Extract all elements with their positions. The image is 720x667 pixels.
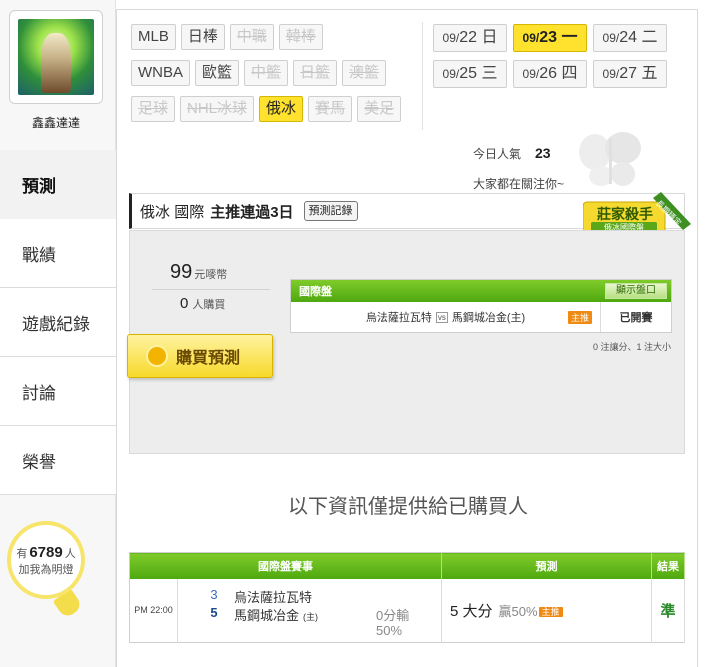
away-score: 3 (210, 586, 218, 602)
category-cpbl: 中職 (229, 24, 274, 50)
date-0923[interactable]: 09/23 一 (513, 24, 587, 52)
date-0927[interactable]: 09/27 五 (593, 60, 667, 88)
vs-icon: vs (435, 311, 448, 323)
avatar-image (18, 19, 94, 95)
profile-sidebar: 鑫鑫達達 預測 戰績 遊戲紀錄 討論 榮譽 有 6789 人 加我為明燈 (0, 0, 116, 667)
username: 鑫鑫達達 (31, 116, 80, 130)
prediction-value: 5 大分 (450, 602, 493, 620)
price: 99 元嘜幣 (170, 261, 228, 283)
purchase-panel: 99 元嘜幣 0 人購買 購買預測 國際盤 顯示盤口 烏法薩拉瓦特 vs 馬鋼城冶金… (127, 230, 685, 454)
home-team-name: 馬鋼城冶金 (234, 607, 300, 623)
date-selector: 09/22 日 09/23 一 09/24 二 09/25 三 09/26 四 … (433, 24, 673, 88)
handicap-result: 0分輸 (376, 607, 410, 623)
category-euro-basketball[interactable]: 歐籃 (195, 60, 240, 86)
home-score: 5 (210, 604, 218, 620)
category-russian-hockey[interactable]: 俄冰 (259, 96, 304, 122)
nav-item-game-log[interactable]: 遊戲紀錄 (0, 288, 116, 357)
market-label: 國際 (174, 203, 205, 221)
popularity-box: 今日人氣 23 大家都在關注你~ (473, 138, 564, 198)
category-npb[interactable]: 日棒 (180, 24, 225, 50)
category-nhl: NHL冰球 (180, 96, 255, 122)
odds-title: 國際盤 (299, 286, 332, 298)
col-header-result: 結果 (651, 552, 685, 579)
handicap-percent: 50% (376, 622, 403, 638)
fans-unit: 人 (64, 547, 76, 560)
sidebar-nav: 預測 戰績 遊戲紀錄 討論 榮譽 (0, 150, 116, 495)
category-american-football: 美足 (357, 96, 402, 122)
fans-count: 6789 (29, 543, 63, 561)
butterfly-decoration-icon (579, 132, 641, 186)
avatar[interactable] (9, 10, 103, 104)
category-horse-racing: 賽馬 (308, 96, 353, 122)
away-team-name: 烏法薩拉瓦特 (234, 589, 313, 605)
nav-item-record[interactable]: 戰績 (0, 219, 116, 288)
nav-item-honors[interactable]: 榮譽 (0, 426, 116, 495)
streak-label: 主推連過3日 (210, 203, 294, 221)
category-soccer: 足球 (131, 96, 176, 122)
category-cn-basketball: 中籃 (244, 60, 289, 86)
category-mlb[interactable]: MLB (131, 24, 176, 50)
today-popularity-value: 23 (535, 145, 551, 161)
bet-count-note: 0 注讓分、1 注大小 (592, 342, 671, 352)
badge-title: 莊家殺手 (597, 206, 653, 222)
match-time: PM 22:00 (129, 578, 178, 643)
result-value: 準 (651, 578, 685, 643)
odds-box: 國際盤 顯示盤口 烏法薩拉瓦特 vs 馬鋼城冶金(主) 主推 已開賽 0 注讓分… (290, 279, 672, 352)
prediction-featured-tag: 主推 (538, 607, 563, 618)
date-0925[interactable]: 09/25 三 (433, 60, 507, 88)
league-label: 俄冰 (140, 203, 171, 221)
date-0924[interactable]: 09/24 二 (593, 24, 667, 52)
col-header-prediction: 預測 (441, 552, 652, 579)
category-wnba[interactable]: WNBA (131, 60, 190, 86)
main-content: MLB 日棒 中職 韓棒 WNBA 歐籃 中籃 日籃 澳籃 足球 NHL冰球 俄… (116, 9, 698, 667)
odds-match-row: 烏法薩拉瓦特 vs 馬鋼城冶金(主) 主推 已開賽 (291, 302, 671, 332)
col-header-match: 國際盤賽事 (129, 552, 442, 579)
results-table: 國際盤賽事 預測 結果 PM 22:00 3 烏法薩拉瓦特 5 馬鋼城冶金 (主)… (129, 552, 685, 643)
divider (422, 22, 423, 130)
add-fan-link[interactable]: 加我為明燈 (19, 561, 74, 577)
fans-prefix: 有 (16, 547, 28, 560)
buyer-count: 0 人購買 (180, 295, 226, 312)
date-0926[interactable]: 09/26 四 (513, 60, 587, 88)
purchase-only-notice: 以下資訊僅提供給已購買人 (288, 496, 528, 518)
buy-prediction-button[interactable]: 購買預測 (127, 334, 273, 378)
win-rate: 贏50% (498, 603, 538, 619)
featured-tag: 主推 (567, 310, 592, 324)
prediction-record-button[interactable]: 預測記錄 (303, 201, 358, 221)
home-mark: (主) (303, 611, 319, 622)
nav-item-discussion[interactable]: 討論 (0, 357, 116, 426)
category-jp-basketball: 日籃 (293, 60, 338, 86)
category-au-basketball: 澳籃 (342, 60, 387, 86)
away-team: 烏法薩拉瓦特 (365, 312, 432, 324)
home-team: 馬鋼城冶金(主) (451, 312, 526, 324)
category-filter: MLB 日棒 中職 韓棒 WNBA 歐籃 中籃 日籃 澳籃 足球 NHL冰球 俄… (131, 24, 421, 132)
date-0922[interactable]: 09/22 日 (433, 24, 507, 52)
table-row: PM 22:00 3 烏法薩拉瓦特 5 馬鋼城冶金 (主) 0分輸 50% 5 大… (129, 578, 685, 643)
match-status: 已開賽 (619, 312, 653, 324)
category-kbo: 韓棒 (278, 24, 323, 50)
show-odds-button[interactable]: 顯示盤口 (605, 283, 667, 299)
today-popularity-label: 今日人氣 (473, 146, 522, 161)
fan-lightbulb[interactable]: 有 6789 人 加我為明燈 (7, 521, 89, 620)
coin-icon (146, 345, 168, 367)
nav-item-predict[interactable]: 預測 (0, 150, 116, 219)
